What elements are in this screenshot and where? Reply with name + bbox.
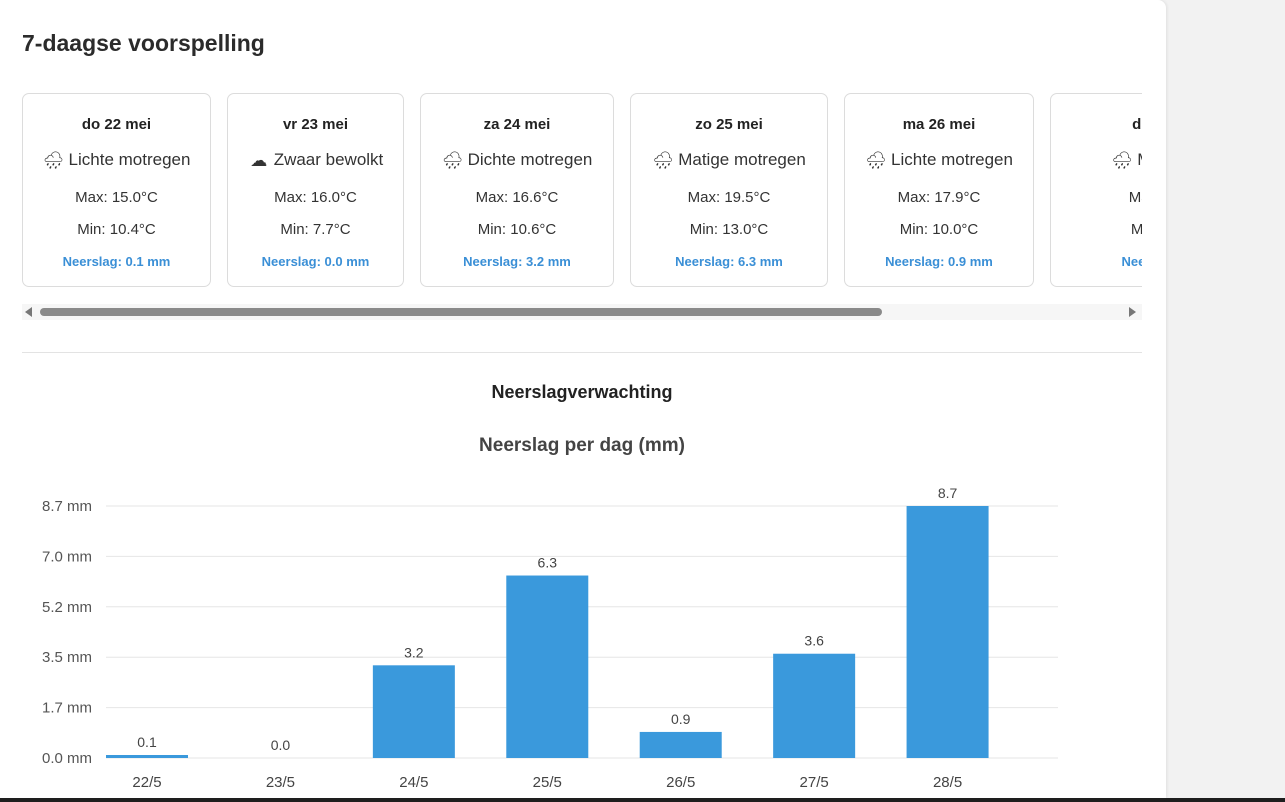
card-condition-label: Zwaar bewolkt <box>273 150 384 169</box>
chart-title: Neerslag per dag (mm) <box>479 435 685 456</box>
card-precip: Neerslag: 0.9 mm <box>885 254 993 269</box>
forecast-panel: 7-daagse voorspelling do 22 mei 🌧 Lichte m… <box>0 0 1166 798</box>
card-min-temp: Min: 13.0°C <box>689 221 769 238</box>
card-condition-label: Matig <box>1137 150 1142 169</box>
card-precip: Neersla <box>1121 254 1143 269</box>
y-tick-label: 1.7 mm <box>42 700 92 717</box>
y-tick-label: 3.5 mm <box>42 649 92 666</box>
bar-data-label: 3.2 <box>404 644 424 660</box>
x-tick-label: 27/5 <box>800 774 829 791</box>
y-tick-label: 8.7 mm <box>42 498 92 515</box>
card-max-temp: Max: 19.5°C <box>687 189 771 206</box>
precip-bar <box>372 665 455 758</box>
card-date: za 24 mei <box>483 116 551 133</box>
horizontal-scrollbar[interactable] <box>22 304 1142 320</box>
bar-data-label: 0.9 <box>671 711 691 727</box>
card-condition-label: Matige motregen <box>678 150 806 169</box>
forecast-card: do 22 mei 🌧 Lichte motregen Max: 15.0°C Min:… <box>22 93 211 287</box>
bar-data-label: 0.1 <box>137 734 157 750</box>
card-precip: Neerslag: 0.0 mm <box>261 254 370 269</box>
cloud-icon: ☁ <box>250 150 268 170</box>
card-min-temp: Min: 10.4°C <box>77 221 156 238</box>
bar-data-label: 8.7 <box>938 485 958 501</box>
card-condition: 🌧 Matig <box>1051 150 1142 171</box>
forecast-card: ma 26 mei 🌧 Lichte motregen Max: 17.9°C Min:… <box>844 93 1034 287</box>
card-precip: Neerslag: 6.3 mm <box>675 254 783 269</box>
x-tick-label: 22/5 <box>132 774 161 791</box>
card-min-temp: Min: 10.0°C <box>899 221 979 238</box>
forecast-card: zo 25 mei 🌧 Matige motregen Max: 19.5°C Min:… <box>630 93 828 287</box>
forecast-card: di 2 🌧 Matig Max: Min: Neersla <box>1050 93 1142 287</box>
card-min-temp: Min: 10.6°C <box>477 221 557 238</box>
precip-bar <box>506 575 589 758</box>
card-condition-label: Lichte motregen <box>68 150 191 169</box>
card-condition: 🌧 Dichte motregen <box>421 150 613 171</box>
card-condition: ☁ Zwaar bewolkt <box>228 150 403 171</box>
y-tick-label: 0.0 mm <box>42 750 92 767</box>
x-tick-label: 25/5 <box>533 774 562 791</box>
x-tick-label: 28/5 <box>933 774 962 791</box>
forecast-card: za 24 mei 🌧 Dichte motregen Max: 16.6°C Min:… <box>420 93 614 287</box>
card-date: do 22 mei <box>81 116 152 133</box>
y-tick-label: 7.0 mm <box>42 548 92 565</box>
forecast-card: vr 23 mei ☁ Zwaar bewolkt Max: 16.0°C Min: 7… <box>227 93 404 287</box>
precip-bar <box>906 506 989 758</box>
scroll-right-arrow-icon[interactable] <box>1129 307 1136 317</box>
card-condition-label: Dichte motregen <box>467 150 593 169</box>
section-divider <box>22 352 1142 353</box>
card-precip: Neerslag: 3.2 mm <box>463 254 571 269</box>
card-condition: 🌧 Lichte motregen <box>23 150 210 171</box>
rain-cloud-icon: 🌧 <box>42 150 65 170</box>
card-min-temp: Min: <box>1130 221 1142 238</box>
precip-bar <box>639 731 722 758</box>
precip-bar-chart: Neerslag per dag (mm) 0.0 mm 1.7 mm 3.5 mm 5… <box>42 435 1058 791</box>
card-max-temp: Max: <box>1128 189 1142 206</box>
card-date: zo 25 mei <box>695 116 763 133</box>
precip-section-title: Neerslagverwachting <box>491 382 673 402</box>
card-precip: Neerslag: 0.1 mm <box>62 254 171 269</box>
card-date: di 2 <box>1132 116 1142 133</box>
scroll-left-arrow-icon[interactable] <box>25 307 32 317</box>
forecast-cards-scroller[interactable]: do 22 mei 🌧 Lichte motregen Max: 15.0°C Min:… <box>22 93 1142 293</box>
card-condition-label: Lichte motregen <box>891 150 1013 169</box>
card-date: vr 23 mei <box>282 116 349 133</box>
scrollbar-thumb[interactable] <box>40 308 882 316</box>
rain-cloud-icon: 🌧 <box>1111 150 1133 170</box>
card-min-temp: Min: 7.7°C <box>280 221 351 238</box>
rain-cloud-icon: 🌧 <box>865 150 887 170</box>
card-max-temp: Max: 16.0°C <box>274 189 357 206</box>
card-max-temp: Max: 16.6°C <box>475 189 559 206</box>
bar-data-label: 3.6 <box>804 633 824 649</box>
card-condition: 🌧 Lichte motregen <box>845 150 1033 171</box>
card-date: ma 26 mei <box>902 116 976 133</box>
precip-bar <box>773 653 856 758</box>
x-tick-label: 23/5 <box>266 774 295 791</box>
bar-data-label: 6.3 <box>538 555 558 571</box>
card-max-temp: Max: 15.0°C <box>75 189 158 206</box>
x-tick-label: 24/5 <box>399 774 428 791</box>
taskbar-edge <box>0 798 1285 802</box>
rain-cloud-icon: 🌧 <box>441 150 464 170</box>
page-title: 7-daagse voorspelling <box>22 30 265 56</box>
y-tick-label: 5.2 mm <box>42 599 92 616</box>
x-tick-label: 26/5 <box>666 774 695 791</box>
bar-data-label: 0.0 <box>271 737 291 753</box>
rain-cloud-icon: 🌧 <box>652 150 674 170</box>
precip-bar <box>106 755 188 758</box>
card-condition: 🌧 Matige motregen <box>631 150 827 171</box>
card-max-temp: Max: 17.9°C <box>897 189 981 206</box>
